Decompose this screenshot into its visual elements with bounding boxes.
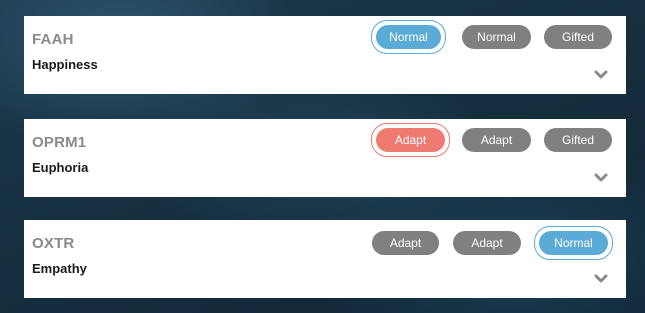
option-button[interactable]: Adapt <box>453 231 521 255</box>
gene-title: OXTR <box>32 235 75 252</box>
option-button-selected[interactable]: Adapt <box>376 128 445 152</box>
gene-title: OPRM1 <box>32 134 87 151</box>
gene-trait: Empathy <box>32 261 87 276</box>
gene-card-faah: FAAH Happiness Normal Normal Gifted <box>24 16 626 94</box>
gene-card-oprm1: OPRM1 Euphoria Adapt Adapt Gifted <box>24 119 626 197</box>
option-button[interactable]: Gifted <box>544 128 612 152</box>
gene-trait: Euphoria <box>32 160 89 175</box>
chevron-down-icon[interactable] <box>594 273 608 285</box>
option-button-selected[interactable]: Normal <box>376 25 441 49</box>
gene-card-oxtr: OXTR Empathy Adapt Adapt Normal <box>24 220 626 298</box>
option-button-selected[interactable]: Normal <box>539 231 608 255</box>
option-button[interactable]: Gifted <box>544 25 612 49</box>
chevron-down-icon[interactable] <box>594 69 608 81</box>
gene-trait: Happiness <box>32 57 98 72</box>
option-button[interactable]: Normal <box>462 25 531 49</box>
gene-title: FAAH <box>32 31 74 48</box>
chevron-down-icon[interactable] <box>594 172 608 184</box>
option-button[interactable]: Adapt <box>372 231 439 255</box>
option-button[interactable]: Adapt <box>462 128 531 152</box>
